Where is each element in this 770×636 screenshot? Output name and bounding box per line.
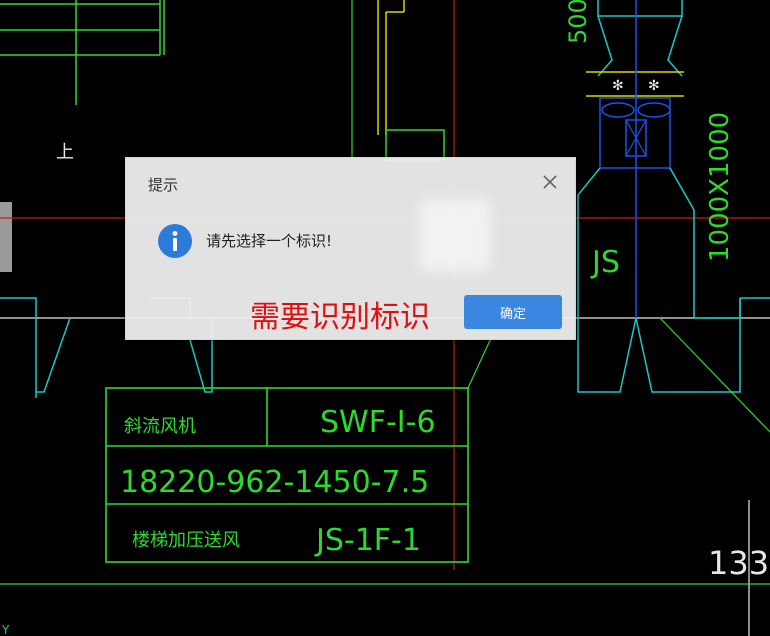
label-js: JS (590, 245, 620, 280)
svg-text:✻: ✻ (612, 78, 624, 94)
table-cell-spec: 18220-962-1450-7.5 (120, 465, 429, 500)
table-cell-fan-model: SWF-I-6 (320, 405, 436, 440)
dialog-message: 请先选择一个标识! (206, 232, 333, 250)
cad-canvas[interactable]: ✻ ✻ 上 500 1000X1000 JS 1335 Y 斜流风机 SWF-I… (0, 0, 770, 636)
blurred-region (420, 199, 490, 271)
yellow-column (377, 0, 405, 135)
dialog-title: 提示 (148, 176, 179, 194)
green-ladder (0, 0, 165, 105)
ok-button[interactable]: 确定 (464, 295, 562, 329)
cad-line (467, 335, 493, 389)
cad-box (385, 129, 445, 161)
close-icon[interactable] (540, 172, 560, 192)
label-1000x1000: 1000X1000 (705, 112, 735, 262)
cad-line (659, 317, 770, 433)
table-cell-fan-type: 斜流风机 (124, 416, 196, 437)
left-scroll-handle[interactable] (0, 202, 12, 272)
label-1335: 1335 (708, 544, 770, 582)
label-y: Y (1, 623, 10, 636)
svg-text:✻: ✻ (648, 78, 660, 94)
info-icon (157, 223, 193, 259)
label-shang: 上 (56, 142, 74, 163)
annotation-text: 需要识别标识 (250, 300, 430, 335)
table-cell-usage: 楼梯加压送风 (132, 530, 240, 551)
label-500: 500 (564, 0, 592, 44)
table-cell-code: JS-1F-1 (314, 523, 421, 558)
